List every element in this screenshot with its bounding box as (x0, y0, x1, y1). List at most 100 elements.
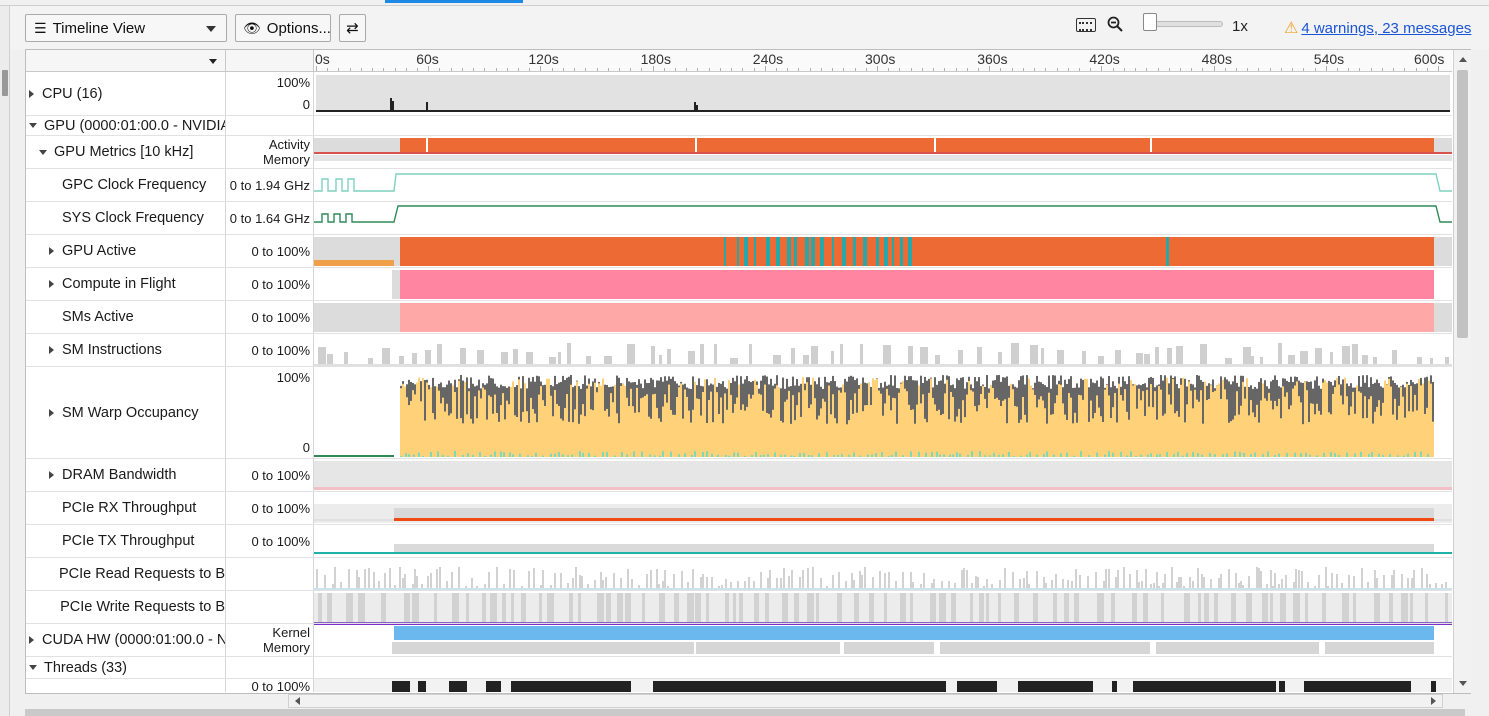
warnings-indicator[interactable]: ⚠ 4 warnings, 23 messages (1284, 18, 1471, 38)
row-graph-area[interactable] (314, 235, 1452, 267)
options-button[interactable]: 👁 Options... (235, 14, 331, 42)
row-graph-area[interactable] (314, 136, 1452, 168)
timeline-row-gpu-active[interactable]: GPU Active 0 to 100% (26, 235, 1452, 268)
warp-active-bar (560, 418, 562, 457)
row-name-cell[interactable]: SM Warp Occupancy (26, 367, 226, 458)
column-separator[interactable] (225, 50, 226, 72)
vertical-scrollbar[interactable] (1453, 50, 1471, 693)
warp-active-bar (1196, 399, 1198, 457)
expand-arrow-icon[interactable] (29, 123, 37, 128)
zoom-level: 1x (1232, 18, 1248, 35)
expand-arrow-icon[interactable] (29, 665, 37, 670)
row-name-cell[interactable]: GPU Metrics [10 kHz] (26, 136, 226, 168)
row-graph-area[interactable] (314, 72, 1452, 115)
timeline-row-pcie-write[interactable]: PCIe Write Requests to B (26, 591, 1452, 624)
row-name-cell[interactable] (26, 679, 226, 692)
row-scale-cell (226, 591, 314, 623)
row-graph-area[interactable] (314, 459, 1452, 491)
pcie-write-bar (606, 593, 611, 622)
expand-arrow-icon[interactable] (39, 149, 47, 155)
warp-active-bar (674, 414, 676, 457)
warp-active-bar (756, 384, 758, 457)
row-name-cell[interactable]: GPC Clock Frequency (26, 169, 226, 201)
pcie-read-bar (496, 567, 498, 588)
row-graph-area[interactable] (314, 591, 1452, 623)
timeline-row-sys-clock[interactable]: SYS Clock Frequency 0 to 1.64 GHz (26, 202, 1452, 235)
row-graph-area[interactable] (314, 334, 1452, 366)
timeline-row-gpu[interactable]: GPU (0000:01:00.0 - NVIDIA (26, 116, 1452, 136)
row-graph-area[interactable] (314, 367, 1452, 458)
row-name-cell[interactable]: CUDA HW (0000:01:00.0 - N (26, 624, 226, 656)
row-graph-area[interactable] (314, 492, 1452, 524)
row-graph-area[interactable] (314, 657, 1452, 678)
row-name-cell[interactable]: PCIe RX Throughput (26, 492, 226, 524)
keyboard-icon[interactable] (1076, 18, 1096, 32)
row-name-cell[interactable]: Compute in Flight (26, 268, 226, 300)
row-graph-area[interactable] (314, 301, 1452, 333)
time-ruler[interactable]: 0s 60s 120s 180s 240s 300s 360s 420s 480s 540s 600… (314, 50, 1452, 72)
row-name-cell[interactable]: PCIe Write Requests to B (26, 591, 226, 623)
timeline-row-compute-in-flight[interactable]: Compute in Flight 0 to 100% (26, 268, 1452, 301)
view-selector-dropdown[interactable]: ☰ Timeline View (25, 14, 227, 42)
row-name-cell[interactable]: DRAM Bandwidth (26, 459, 226, 491)
row-graph-area[interactable] (314, 525, 1452, 557)
row-graph-area[interactable] (314, 268, 1452, 300)
timeline-row-thread-row[interactable]: 0 to 100% (26, 679, 1452, 692)
collapse-arrow-icon[interactable] (49, 280, 54, 288)
collapse-arrow-icon[interactable] (29, 89, 34, 98)
active-tab-indicator[interactable] (385, 0, 523, 3)
warp-active-bar (682, 418, 684, 457)
left-splitter[interactable] (0, 6, 10, 716)
timeline-row-cuda-hw[interactable]: CUDA HW (0000:01:00.0 - N Kernel Memory (26, 624, 1452, 657)
pcie-read-bar (1325, 567, 1327, 588)
warp-active-bar (1038, 399, 1040, 457)
row-name-cell[interactable]: SMs Active (26, 301, 226, 333)
row-name-cell[interactable]: SM Instructions (26, 334, 226, 366)
zoom-out-icon[interactable] (1107, 16, 1123, 32)
vertical-scroll-thumb[interactable] (1457, 70, 1468, 338)
warp-low-bar (702, 451, 704, 457)
timeline-row-sm-warp-occupancy[interactable]: SM Warp Occupancy 100% 0 (26, 367, 1452, 459)
collapse-arrow-icon[interactable] (29, 636, 34, 644)
row-graph-area[interactable] (314, 558, 1452, 590)
timeline-row-pcie-rx[interactable]: PCIe RX Throughput 0 to 100% (26, 492, 1452, 525)
scroll-up-icon[interactable] (1459, 57, 1467, 62)
row-name-cell[interactable]: PCIe Read Requests to B (26, 558, 226, 590)
timeline-row-gpc-clock[interactable]: GPC Clock Frequency 0 to 1.94 GHz (26, 169, 1452, 202)
collapse-arrow-icon[interactable] (49, 408, 54, 417)
row-name-cell[interactable]: Threads (33) (26, 657, 226, 678)
horizontal-scrollbar[interactable] (288, 694, 1443, 708)
collapse-arrow-icon[interactable] (49, 346, 54, 354)
row-graph-area[interactable] (314, 624, 1452, 656)
row-graph-area[interactable] (314, 116, 1452, 135)
column-menu-icon[interactable] (209, 59, 217, 64)
scroll-down-icon[interactable] (1459, 681, 1467, 686)
timeline-row-cpu[interactable]: CPU (16) 100% 0 (26, 72, 1452, 116)
row-name-cell[interactable]: PCIe TX Throughput (26, 525, 226, 557)
scroll-left-icon[interactable] (295, 697, 300, 705)
row-graph-area[interactable] (314, 169, 1452, 201)
warnings-link[interactable]: 4 warnings, 23 messages (1301, 20, 1471, 37)
scroll-right-icon[interactable] (1431, 697, 1436, 705)
timeline-row-sms-active[interactable]: SMs Active 0 to 100% (26, 301, 1452, 334)
row-graph-area[interactable] (314, 679, 1452, 692)
timeline-row-threads[interactable]: Threads (33) (26, 657, 1452, 679)
swap-button[interactable]: ⇄ (339, 14, 366, 42)
collapse-arrow-icon[interactable] (49, 247, 54, 255)
timeline-row-sm-instructions[interactable]: SM Instructions 0 to 100% (26, 334, 1452, 367)
row-name-cell[interactable]: CPU (16) (26, 72, 226, 115)
row-name-cell[interactable]: GPU Active (26, 235, 226, 267)
timeline-row-dram-bandwidth[interactable]: DRAM Bandwidth 0 to 100% (26, 459, 1452, 492)
collapse-arrow-icon[interactable] (49, 471, 54, 479)
warp-active-bar (734, 403, 736, 457)
row-name-cell[interactable]: GPU (0000:01:00.0 - NVIDIA (26, 116, 226, 135)
row-graph-area[interactable] (314, 202, 1452, 234)
row-name-cell[interactable]: SYS Clock Frequency (26, 202, 226, 234)
timeline-row-pcie-tx[interactable]: PCIe TX Throughput 0 to 100% (26, 525, 1452, 558)
zoom-slider-thumb[interactable] (1143, 13, 1157, 31)
timeline-row-pcie-read[interactable]: PCIe Read Requests to B (26, 558, 1452, 591)
splitter-grip[interactable] (2, 70, 8, 96)
timeline-row-gpu-metrics[interactable]: GPU Metrics [10 kHz] Activity Memory (26, 136, 1452, 169)
warp-active-bar (720, 397, 722, 457)
pcie-read-bar (1407, 578, 1409, 588)
